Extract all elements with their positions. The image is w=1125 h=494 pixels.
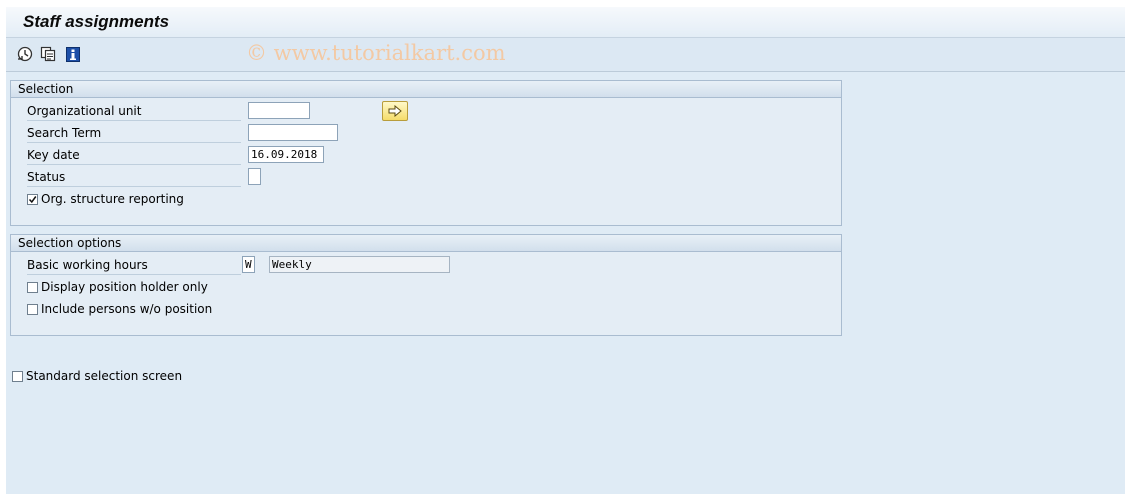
watermark: © www.tutorialkart.com	[246, 41, 506, 65]
standard-selection-checkbox[interactable]	[12, 371, 23, 382]
search-term-label: Search Term	[27, 125, 241, 143]
copy-variant-icon	[40, 46, 56, 62]
working-hours-text: Weekly	[269, 256, 450, 273]
status-input[interactable]	[248, 168, 261, 185]
org-structure-checkbox[interactable]	[27, 194, 38, 205]
selection-group: Selection Organizational unit Search Ter…	[10, 80, 842, 226]
org-unit-input[interactable]	[248, 102, 310, 119]
org-structure-label: Org. structure reporting	[41, 192, 184, 206]
application-toolbar: © www.tutorialkart.com	[6, 38, 1125, 72]
info-button[interactable]	[64, 45, 82, 63]
persons-wo-position-label: Include persons w/o position	[41, 302, 213, 316]
position-holder-label: Display position holder only	[41, 280, 208, 294]
checkmark-icon	[28, 196, 37, 204]
search-org-unit-button[interactable]	[382, 101, 408, 121]
org-unit-label: Organizational unit	[27, 103, 241, 121]
selection-options-group-title: Selection options	[11, 235, 841, 252]
sap-window: Staff assignments © www.tutorialkart.com…	[6, 7, 1125, 494]
selection-options-group: Selection options Basic working hours W …	[10, 234, 842, 336]
selection-group-title: Selection	[11, 81, 841, 98]
get-variant-button[interactable]	[39, 45, 57, 63]
execute-clock-icon	[17, 46, 33, 62]
key-date-label: Key date	[27, 147, 241, 165]
title-bar: Staff assignments	[6, 7, 1125, 38]
key-date-input[interactable]: 16.09.2018	[248, 146, 324, 163]
standard-selection-label: Standard selection screen	[26, 369, 183, 383]
working-hours-code-input[interactable]: W	[242, 256, 255, 273]
status-label: Status	[27, 169, 241, 187]
search-term-input[interactable]	[248, 124, 338, 141]
persons-wo-position-checkbox[interactable]	[27, 304, 38, 315]
execute-button[interactable]	[16, 45, 34, 63]
info-icon	[66, 46, 80, 62]
working-hours-label: Basic working hours	[27, 257, 241, 275]
position-holder-checkbox[interactable]	[27, 282, 38, 293]
page-title: Staff assignments	[23, 12, 170, 31]
arrow-right-icon	[388, 105, 402, 117]
